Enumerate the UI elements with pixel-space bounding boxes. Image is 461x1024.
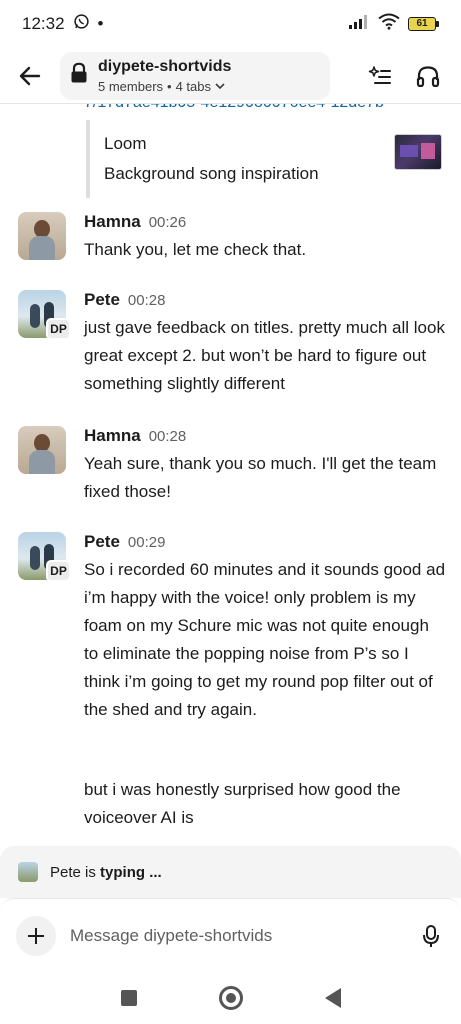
typing-name: Pete [50,863,81,881]
typing-indicator: Pete is typing ... [0,846,461,898]
avatar[interactable] [18,426,66,474]
link-unfurl[interactable]: Loom Background song inspiration [86,120,442,198]
meta-separator: • [167,78,172,94]
dp-badge: DP [46,560,71,582]
status-bar: 12:32 • 61 [0,0,461,48]
channel-info-button[interactable]: diypete-shortvids 5 members • 4 tabs [60,51,330,100]
back-nav-button[interactable] [324,988,341,1008]
lock-icon [70,62,88,89]
message-list: 7/17d7ae41b05-4e129080076ee4-12de7b Loom… [0,104,461,844]
back-button[interactable] [0,48,60,104]
message-header: Pete 00:29 [84,532,165,552]
message-composer [0,898,461,972]
message-text: Yeah sure, thank you so much. I'll get t… [84,454,437,501]
channel-name: diypete-shortvids [98,57,232,75]
unfurl-title: Loom [104,134,147,153]
status-left: 12:32 • [22,13,104,35]
plus-icon [28,927,44,944]
timestamp: 00:26 [148,214,187,231]
message-header: Pete 00:28 [84,290,165,310]
notification-dot: • [97,14,104,33]
chevron-down-icon [215,82,225,89]
add-button[interactable] [16,915,56,956]
ai-summary-button[interactable] [367,63,393,89]
whatsapp-icon [73,13,90,35]
message-input[interactable] [70,925,403,946]
system-nav-bar [0,972,461,1024]
signal-icon [348,14,370,35]
avatar[interactable] [18,212,66,260]
message-header: Hamna 00:26 [84,212,186,232]
typing-avatar [18,862,38,882]
typing-is: is [85,863,96,881]
author-name[interactable]: Pete [84,532,120,552]
truncated-link[interactable]: 7/17d7ae41b05-4e129080076ee4-12de7b [84,104,384,112]
message-text-continued: but i was honestly surprised how good th… [84,780,401,827]
message-text: So i recorded 60 minutes and it sounds g… [84,560,446,719]
recents-button[interactable] [120,990,137,1006]
unfurl-description: Background song inspiration [104,164,319,183]
timestamp: 00:29 [127,534,166,551]
wifi-icon [378,13,400,35]
message-text: just gave feedback on titles. pretty muc… [84,318,445,393]
sparkle-list-icon [368,65,391,84]
channel-header: diypete-shortvids 5 members • 4 tabs [0,48,461,104]
typing-text: Pete is typing ... [50,864,162,881]
headphones-icon [416,65,440,87]
battery-level: 61 [408,17,436,31]
header-actions [367,63,461,89]
author-name[interactable]: Pete [84,290,120,310]
timestamp: 00:28 [148,428,187,445]
channel-text: diypete-shortvids 5 members • 4 tabs [98,58,231,94]
member-count: 5 members [98,78,164,94]
typing-status: typing ... [100,863,162,881]
microphone-button[interactable] [417,922,445,950]
home-button[interactable] [218,986,243,1010]
timestamp: 00:28 [127,292,166,309]
microphone-icon [423,924,439,947]
message-text: Thank you, let me check that. [84,240,307,259]
huddle-button[interactable] [415,63,441,89]
battery-icon: 61 [408,17,439,31]
status-right: 61 [348,13,439,35]
author-name[interactable]: Hamna [84,212,141,232]
tab-count: 4 tabs [175,78,212,94]
unfurl-thumbnail[interactable] [394,134,442,170]
status-time: 12:32 [22,14,65,33]
channel-meta: 5 members • 4 tabs [98,79,231,94]
arrow-left-icon [19,66,41,85]
message-header: Hamna 00:28 [84,426,186,446]
author-name[interactable]: Hamna [84,426,141,446]
dp-badge: DP [46,318,71,340]
